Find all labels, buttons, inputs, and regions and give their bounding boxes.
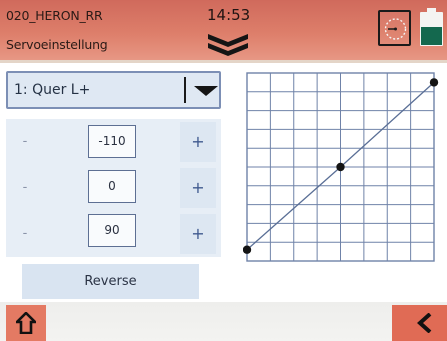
timer-button[interactable] (378, 10, 411, 46)
battery-level-fill (421, 27, 442, 45)
timer-icon (384, 18, 407, 40)
decrement-button-3[interactable]: - (8, 214, 42, 254)
servo-curve-svg (242, 72, 439, 262)
model-name: 020_HERON_RR (6, 8, 103, 23)
curve-point-3[interactable] (429, 78, 439, 87)
curve-point-2[interactable] (336, 162, 345, 172)
value-field-2[interactable]: 0 (88, 170, 136, 203)
increment-button-3[interactable]: + (180, 214, 216, 254)
increment-button-1[interactable]: + (180, 122, 216, 162)
servo-curve-chart (242, 71, 440, 264)
decrement-button-1[interactable]: - (8, 122, 42, 162)
double-chevron-down-icon[interactable] (205, 31, 251, 57)
increment-button-2[interactable]: + (180, 168, 216, 208)
chevron-left-icon (417, 313, 432, 333)
value-field-3[interactable]: 90 (88, 214, 136, 247)
curve-point-1[interactable] (242, 245, 252, 254)
reverse-button[interactable]: Reverse (22, 264, 199, 299)
back-button[interactable] (392, 305, 447, 341)
triangle-down-icon (194, 86, 218, 96)
decrement-button-2[interactable]: - (8, 168, 42, 208)
select-divider (184, 77, 186, 103)
channel-select[interactable]: 1: Quer L+ (6, 71, 221, 109)
channel-select-value: 1: Quer L+ (14, 82, 91, 98)
clock: 14:53 (207, 6, 251, 24)
battery-icon (420, 8, 443, 46)
footer-bar (0, 302, 447, 341)
value-field-1[interactable]: -110 (88, 125, 136, 158)
home-icon (16, 312, 36, 334)
status-header: 020_HERON_RR Servoeinstellung 14:53 (0, 0, 447, 63)
screen-title: Servoeinstellung (6, 37, 108, 52)
home-button[interactable] (6, 305, 46, 341)
